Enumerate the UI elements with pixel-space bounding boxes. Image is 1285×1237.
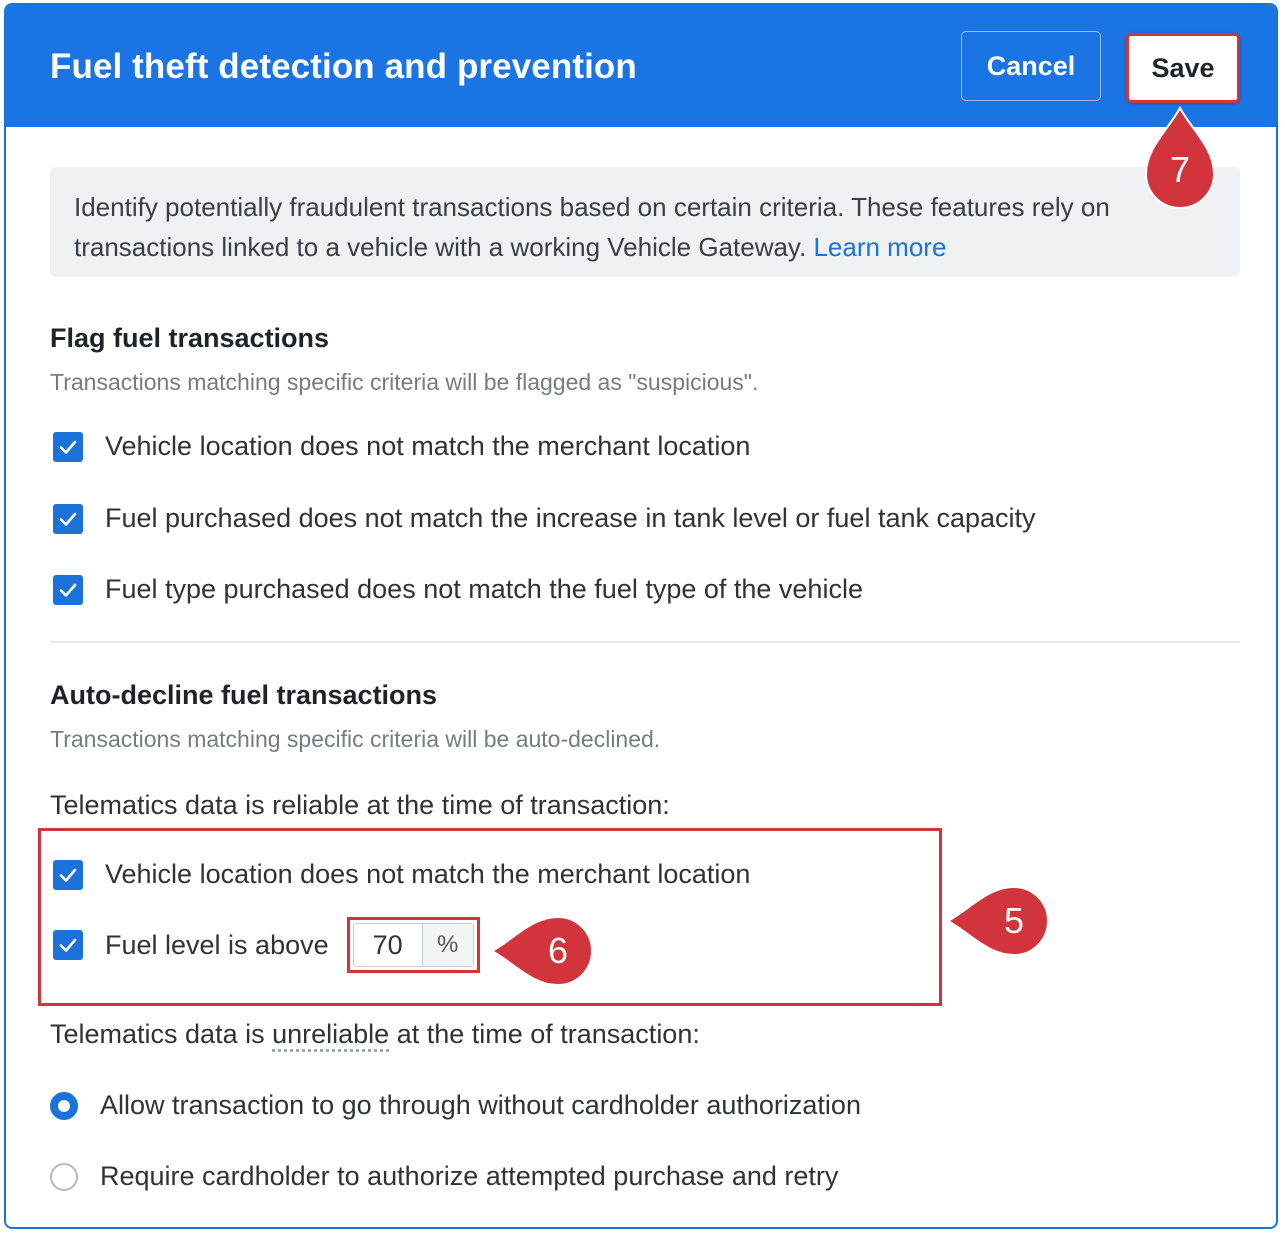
flag-option-tank-level[interactable]: Fuel purchased does not match the increa…: [53, 503, 1036, 534]
unreliable-suffix: at the time of transaction:: [389, 1019, 700, 1049]
fuel-level-input-group: 70 %: [346, 917, 480, 973]
option-require-authorization[interactable]: Require cardholder to authorize attempte…: [50, 1161, 838, 1192]
fuel-level-field[interactable]: 70 %: [352, 923, 474, 967]
unreliable-label: Telematics data is unreliable at the tim…: [50, 1019, 700, 1050]
section-divider: [50, 641, 1240, 643]
fuel-level-unit: %: [422, 924, 473, 966]
reliable-label: Telematics data is reliable at the time …: [50, 790, 670, 820]
decline-option-fuel-level[interactable]: Fuel level is above 70 %: [53, 917, 480, 973]
option-label: Allow transaction to go through without …: [100, 1090, 861, 1120]
checkbox-checked-icon[interactable]: [53, 431, 83, 462]
option-label: Require cardholder to authorize attempte…: [100, 1161, 839, 1191]
callout-6-number: 6: [547, 930, 569, 971]
decline-section-title: Auto-decline fuel transactions: [50, 680, 438, 710]
decline-option-label: Vehicle location does not match the merc…: [105, 859, 751, 889]
radio-unselected-icon[interactable]: [50, 1162, 78, 1191]
callout-5-number: 5: [1003, 900, 1025, 941]
unreliable-term[interactable]: unreliable: [272, 1019, 389, 1049]
info-text: Identify potentially fraudulent transact…: [74, 192, 1110, 262]
dialog-title: Fuel theft detection and prevention: [50, 47, 637, 86]
checkbox-checked-icon[interactable]: [53, 574, 83, 605]
save-button[interactable]: Save: [1126, 33, 1240, 103]
flag-section-title: Flag fuel transactions: [50, 323, 330, 353]
unreliable-prefix: Telematics data is: [50, 1019, 273, 1049]
flag-option-location[interactable]: Vehicle location does not match the merc…: [53, 431, 750, 462]
info-banner: Identify potentially fraudulent transact…: [50, 167, 1240, 277]
radio-selected-icon[interactable]: [50, 1091, 78, 1120]
callout-7-number: 7: [1169, 149, 1191, 190]
cancel-button[interactable]: Cancel: [961, 31, 1101, 101]
checkbox-checked-icon[interactable]: [53, 859, 83, 890]
checkbox-checked-icon[interactable]: [53, 503, 83, 534]
flag-option-label: Fuel purchased does not match the increa…: [105, 503, 1036, 533]
decline-option-label: Fuel level is above: [105, 929, 329, 960]
decline-section-subtitle: Transactions matching specific criteria …: [50, 726, 661, 752]
flag-option-fuel-type[interactable]: Fuel type purchased does not match the f…: [53, 574, 863, 605]
fuel-theft-dialog: Fuel theft detection and prevention Canc…: [4, 3, 1278, 1229]
flag-option-label: Fuel type purchased does not match the f…: [105, 574, 863, 604]
dialog-header: Fuel theft detection and prevention Canc…: [6, 5, 1276, 127]
flag-option-label: Vehicle location does not match the merc…: [105, 431, 751, 461]
fuel-level-input[interactable]: 70: [354, 924, 423, 966]
option-allow-transaction[interactable]: Allow transaction to go through without …: [50, 1090, 861, 1121]
learn-more-link[interactable]: Learn more: [813, 232, 946, 262]
decline-option-location[interactable]: Vehicle location does not match the merc…: [53, 859, 750, 890]
checkbox-checked-icon[interactable]: [53, 930, 83, 960]
flag-section-subtitle: Transactions matching specific criteria …: [50, 369, 759, 395]
